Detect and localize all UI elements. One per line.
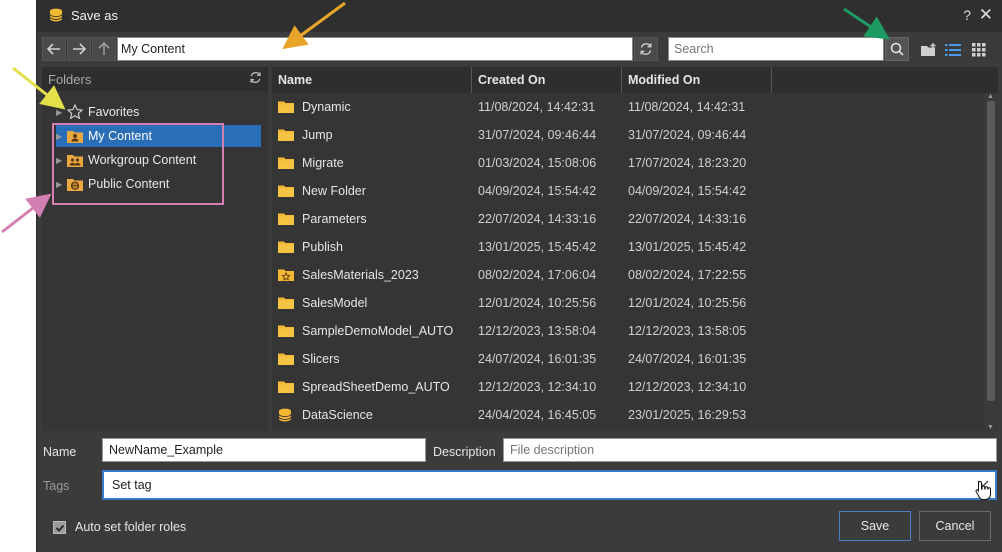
green-arrow-icon <box>843 7 890 40</box>
orange-arrow-icon <box>282 1 346 50</box>
annotation-arrows <box>1 1 890 234</box>
yellow-arrow-icon <box>12 66 66 110</box>
pink-arrow-icon <box>1 193 52 234</box>
